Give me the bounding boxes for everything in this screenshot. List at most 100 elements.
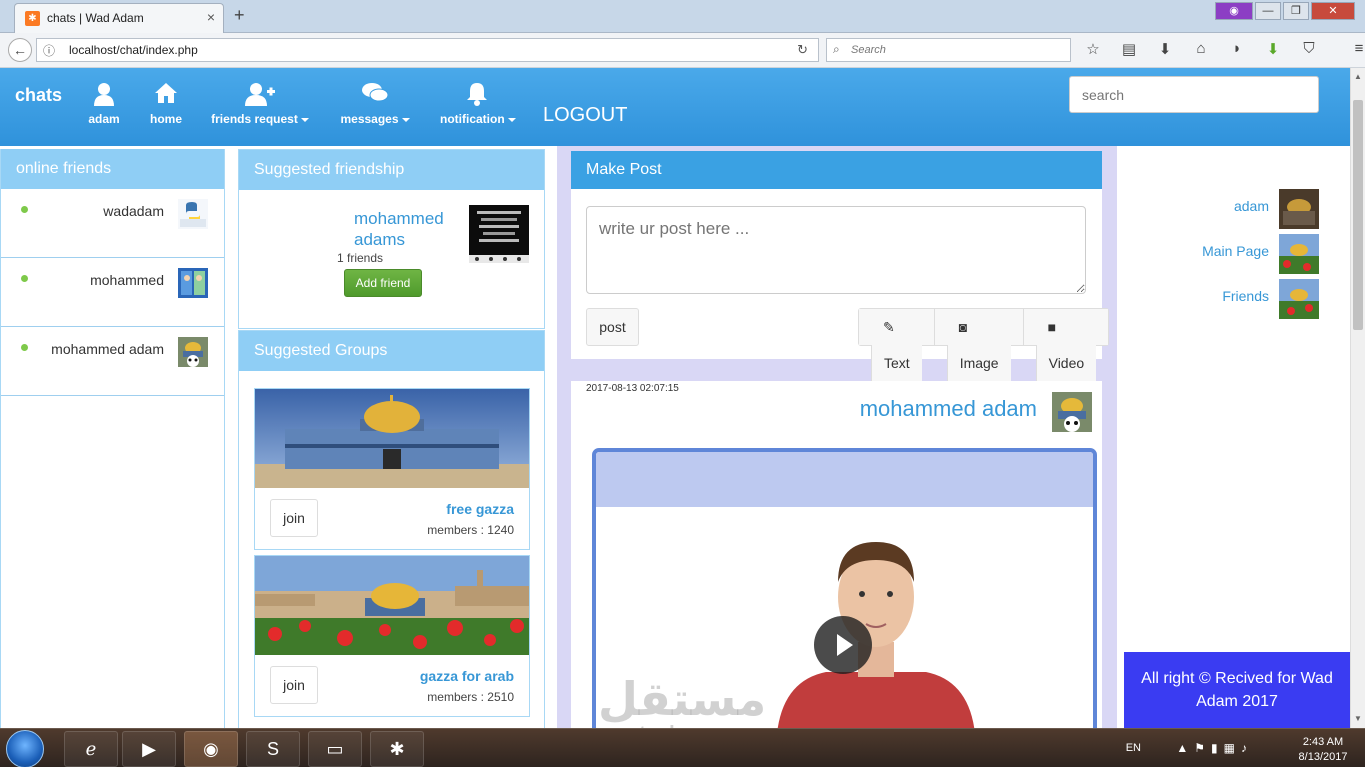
suggested-friend-name[interactable]: mohammed adams [354,208,474,250]
suggested-groups-title: Suggested Groups [239,331,544,371]
suggested-friendship-panel: Suggested friendship mohammed adams 1 fr… [238,149,545,329]
xampp-icon[interactable]: ✱ [370,731,424,767]
suggested-friend-photo [469,205,529,263]
video-type-label: Video [1035,345,1097,381]
online-status-dot [21,275,28,282]
logout-link[interactable]: LOGOUT [543,104,627,127]
close-window-button[interactable]: ✕ [1311,2,1355,20]
new-tab-button[interactable]: + [234,5,245,26]
browser-search-box[interactable]: ⌕ Search [826,38,1071,62]
online-friends-title: online friends [1,149,224,189]
author-avatar[interactable] [1052,392,1092,432]
group-name[interactable]: gazza for arab [420,668,514,684]
firefox-icon[interactable]: ◉ [184,731,238,767]
language-indicator[interactable]: EN [1126,742,1141,754]
text-type-button[interactable]: ✎ Text [859,309,934,381]
start-button[interactable] [6,730,44,767]
pencil-icon: ✎ [871,309,907,345]
pocket-icon[interactable]: ◗ [1226,40,1248,58]
play-button[interactable] [814,616,872,674]
media-player-icon[interactable]: ▶ [122,731,176,767]
nav-adam[interactable]: adam [88,82,120,126]
online-friend-item[interactable]: mohammed [1,258,224,327]
online-status-dot [21,206,28,213]
group-image-dome[interactable] [255,389,529,488]
friend-name[interactable]: mohammed adam [51,341,164,357]
right-link-main-page[interactable]: Main Page [1202,243,1269,259]
suggested-friend-count: 1 friends [337,251,384,265]
make-post-panel: Make Post post ✎ Text ◙ Image ■ Video [571,151,1110,381]
friend-name[interactable]: mohammed [90,272,164,288]
nav-adam-label: adam [88,112,120,126]
nav-notification[interactable]: notification [440,82,516,126]
scroll-down-icon[interactable]: ▼ [1354,714,1362,723]
action-center-icon[interactable]: ⚑ [1194,741,1211,755]
bell-icon [440,82,514,108]
browser-search-placeholder: Search [851,44,886,56]
file-explorer-icon[interactable]: ▭ [308,731,362,767]
tab-close-icon[interactable]: × [207,9,215,25]
image-type-button[interactable]: ◙ Image [933,309,1023,381]
scrollbar-thumb[interactable] [1353,100,1363,330]
tray-arrow-icon[interactable]: ▲ [1176,741,1194,755]
sublime-text-icon[interactable]: S [246,731,300,767]
online-friend-item[interactable]: wadadam [1,189,224,258]
add-friend-button[interactable]: Add friend [344,269,422,297]
suggested-friendship-title: Suggested friendship [239,150,544,190]
chat-bubbles-icon [337,82,413,108]
toolbar-icons: ☆ ▤ ⬇ ⌂ ◗ ⬇ ⛉ ≡ [1082,40,1365,58]
clock-date: 8/13/2017 [1298,751,1348,763]
home-icon[interactable]: ⌂ [1190,40,1212,58]
minimize-button[interactable]: — [1255,2,1281,20]
browser-tab[interactable]: ✱ chats | Wad Adam × [14,3,224,33]
nav-notification-text: notification [440,112,516,126]
battery-icon[interactable]: ▮ [1211,741,1224,755]
scroll-up-icon[interactable]: ▲ [1354,72,1362,81]
header-search-input[interactable] [1069,76,1319,113]
post-timestamp: 2017-08-13 02:07:15 [586,383,679,394]
online-friend-item[interactable]: mohammed adam [1,327,224,396]
page-scrollbar[interactable]: ▲ ▼ [1350,68,1365,728]
group-name[interactable]: free gazza [446,501,514,517]
shield-icon[interactable]: ⛉ [1298,40,1320,58]
clock[interactable]: 2:43 AM 8/13/2017 [1293,735,1353,765]
reload-icon[interactable]: ↻ [797,42,808,58]
nav-messages[interactable]: messages [337,82,413,126]
maximize-button[interactable]: ❐ [1283,2,1309,20]
search-icon: ⌕ [833,42,840,56]
join-group-button[interactable]: join [270,499,318,537]
addon-download-icon[interactable]: ⬇ [1262,40,1284,58]
right-link-thumb[interactable] [1279,234,1319,274]
add-user-icon [210,82,310,108]
text-type-label: Text [871,345,922,381]
video-type-button[interactable]: ■ Video [1022,309,1109,381]
suggested-groups-panel: Suggested Groups join free gazza members… [238,330,545,728]
post-author[interactable]: mohammed adam [860,396,1037,422]
back-button[interactable]: ← [8,38,32,62]
nav-friends-request[interactable]: friends request [210,82,310,126]
post-textarea[interactable] [586,206,1086,294]
nav-messages-label: messages [340,112,399,126]
info-icon[interactable]: ⓘ [43,42,55,59]
tab-title: chats | Wad Adam [47,11,144,25]
reading-list-icon[interactable]: ▤ [1118,40,1140,58]
right-link-thumb[interactable] [1279,189,1319,229]
menu-icon[interactable]: ≡ [1348,40,1365,58]
friend-name[interactable]: wadadam [103,203,164,219]
post-button[interactable]: post [586,308,639,346]
network-icon[interactable]: ▦ [1224,741,1241,755]
download-icon[interactable]: ⬇ [1154,40,1176,58]
right-link-thumb[interactable] [1279,279,1319,319]
right-link-adam[interactable]: adam [1234,198,1269,214]
ie-icon[interactable]: ℯ [64,731,118,767]
brand-logo[interactable]: chats [15,85,62,106]
right-link-friends[interactable]: Friends [1222,288,1269,304]
group-card: join free gazza members : 1240 [254,388,530,550]
join-group-button[interactable]: join [270,666,318,704]
bookmark-star-icon[interactable]: ☆ [1082,40,1104,58]
address-bar[interactable]: ⓘ localhost/chat/index.php ↻ [36,38,819,62]
group-image-city[interactable] [255,556,529,655]
nav-home[interactable]: home [148,82,184,126]
user-icon [88,82,120,108]
volume-icon[interactable]: ♪ [1241,741,1253,755]
